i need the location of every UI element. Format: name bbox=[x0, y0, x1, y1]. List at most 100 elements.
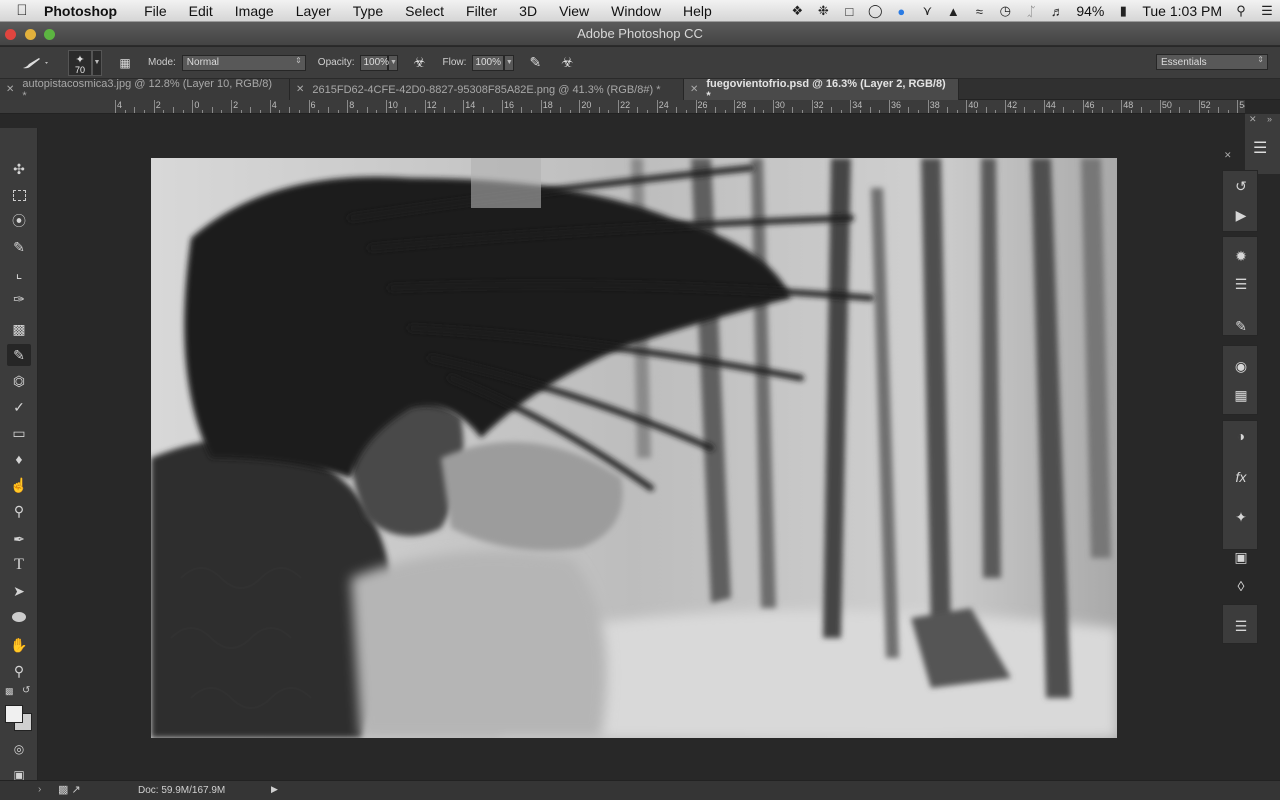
battery-icon[interactable]: ▮ bbox=[1110, 0, 1136, 22]
wireless-tower-icon[interactable]: ⋎ bbox=[914, 0, 940, 22]
layer-comps-panel-icon[interactable]: ☰ bbox=[1227, 614, 1255, 638]
menu-select[interactable]: Select bbox=[394, 3, 455, 19]
tab-fuegovientofrio[interactable]: ✕ fuegovientofrio.psd @ 16.3% (Layer 2, … bbox=[684, 78, 959, 102]
type-tool-icon[interactable]: T bbox=[7, 554, 31, 576]
collapse-panel-icon[interactable]: » bbox=[1267, 114, 1272, 124]
foreground-color-swatch[interactable] bbox=[5, 705, 23, 723]
adjustments-panel-icon[interactable]: ◑ bbox=[1227, 424, 1255, 448]
tab-autopistacosmica3[interactable]: ✕ autopistacosmica3.jpg @ 12.8% (Layer 1… bbox=[0, 78, 290, 102]
pressure-size-icon[interactable]: ☣ bbox=[554, 52, 580, 74]
brush-size-picker[interactable]: ✦ 70 bbox=[68, 49, 92, 76]
clock[interactable]: Tue 1:03 PM bbox=[1136, 3, 1228, 19]
properties-panel-icon[interactable]: ▣ bbox=[1227, 545, 1255, 569]
app-menu[interactable]: Photoshop bbox=[44, 3, 125, 19]
zoom-tool-icon[interactable]: ⚲ bbox=[7, 660, 31, 682]
spot-healing-tool-icon[interactable]: ▩ bbox=[7, 318, 31, 340]
opacity-slider-arrow[interactable]: ▼ bbox=[388, 54, 399, 71]
menu-3d[interactable]: 3D bbox=[508, 3, 548, 19]
brush-icon bbox=[23, 57, 48, 68]
horizontal-ruler[interactable]: 4 2 0 2 4 6 8 10 12 14 16 18 20 22 24 26 28 30 32 34 36 38 40 4… bbox=[0, 100, 1245, 114]
close-tab-icon[interactable]: ✕ bbox=[6, 84, 14, 95]
opacity-input[interactable]: 100% bbox=[360, 54, 389, 71]
menu-image[interactable]: Image bbox=[224, 3, 285, 19]
dropbox-icon[interactable]: ❖ bbox=[784, 0, 810, 22]
airplay-icon[interactable]: □ bbox=[836, 0, 862, 22]
marquee-tool-icon[interactable] bbox=[7, 184, 31, 206]
close-window-button[interactable] bbox=[5, 29, 16, 40]
brush-tip-icon: ✦ bbox=[75, 53, 85, 66]
pressure-opacity-icon[interactable]: ☣ bbox=[406, 52, 432, 74]
color-panel-icon[interactable]: ◉ bbox=[1227, 354, 1255, 378]
apple-menu-icon[interactable]:  bbox=[0, 2, 44, 19]
status-icons[interactable]: ▩ ↗ bbox=[58, 783, 81, 796]
menu-view[interactable]: View bbox=[548, 3, 600, 19]
paths-panel-icon[interactable]: ✦ bbox=[1227, 505, 1255, 529]
styles-panel-icon[interactable]: fx bbox=[1227, 465, 1255, 489]
default-colors-icon[interactable]: ▩ bbox=[5, 686, 14, 697]
bluetooth-icon[interactable]: ᛢ bbox=[1018, 0, 1044, 22]
status-menu-arrow-icon[interactable]: ▶ bbox=[271, 784, 278, 795]
flow-label: Flow: bbox=[442, 57, 467, 68]
menu-filter[interactable]: Filter bbox=[455, 3, 508, 19]
clone-stamp-tool-icon[interactable]: ⏣ bbox=[7, 370, 31, 392]
tab-2615fd62-png[interactable]: ✕ 2615FD62-4CFE-42D0-8827-95308F85A82E.p… bbox=[290, 79, 684, 100]
pen-tool-icon[interactable]: ✒ bbox=[7, 528, 31, 550]
spotlight-search-icon[interactable]: ⚲ bbox=[1228, 0, 1254, 22]
close-tab-icon[interactable]: ✕ bbox=[690, 84, 698, 95]
brush-presets-icon[interactable]: ☰ bbox=[1227, 272, 1255, 296]
close-panel-group-icon[interactable]: ✕ bbox=[1224, 150, 1232, 161]
wifi-icon[interactable]: ≈ bbox=[966, 0, 992, 22]
notification-center-icon[interactable]: ☰ bbox=[1254, 0, 1280, 22]
artwork-painting[interactable] bbox=[151, 158, 1117, 738]
zoom-level-area[interactable]: › bbox=[38, 784, 41, 795]
tool-presets-icon[interactable]: ✎ bbox=[1227, 314, 1255, 338]
move-tool-icon[interactable]: ✣ bbox=[7, 158, 31, 180]
hand-tool-icon[interactable]: ✋ bbox=[7, 634, 31, 656]
volume-icon[interactable]: ♬ bbox=[1044, 0, 1070, 22]
flow-input[interactable]: 100% bbox=[472, 54, 505, 71]
mode-select[interactable]: Normal ⇕ bbox=[181, 54, 306, 71]
eyedropper-tool-icon[interactable]: ✑ bbox=[7, 288, 31, 310]
brush-panel-icon[interactable]: ✹ bbox=[1227, 244, 1255, 268]
shazam-icon[interactable]: ● bbox=[888, 0, 914, 22]
workspace-select[interactable]: Essentials ⇕ bbox=[1156, 54, 1268, 70]
menu-window[interactable]: Window bbox=[600, 3, 672, 19]
brush-panel-toggle-icon[interactable]: ▦ bbox=[112, 52, 138, 74]
menu-layer[interactable]: Layer bbox=[285, 3, 342, 19]
brush-tool-icon[interactable]: ✎ bbox=[7, 344, 31, 366]
close-tab-icon[interactable]: ✕ bbox=[296, 84, 304, 95]
adobe-icon[interactable]: ▲ bbox=[940, 0, 966, 22]
airbrush-icon[interactable]: ✎ bbox=[522, 52, 548, 74]
minimize-window-button[interactable] bbox=[25, 29, 36, 40]
history-panel-icon[interactable]: ↺ bbox=[1227, 174, 1255, 198]
time-machine-icon[interactable]: ◷ bbox=[992, 0, 1018, 22]
quick-mask-icon[interactable]: ◎ bbox=[7, 738, 31, 760]
actions-panel-icon[interactable]: ▶ bbox=[1227, 203, 1255, 227]
channels-panel-icon[interactable]: ◊ bbox=[1227, 574, 1255, 598]
layers-panel-icon[interactable]: ☰ bbox=[1253, 138, 1267, 158]
battery-percent[interactable]: 94% bbox=[1070, 3, 1110, 19]
smudge-tool-icon[interactable]: ☝ bbox=[7, 474, 31, 496]
evernote-icon[interactable]: ❉ bbox=[810, 0, 836, 22]
menu-edit[interactable]: Edit bbox=[178, 3, 224, 19]
menu-help[interactable]: Help bbox=[672, 3, 723, 19]
menu-type[interactable]: Type bbox=[342, 3, 394, 19]
ellipse-tool-icon[interactable] bbox=[7, 606, 31, 628]
paint-bucket-tool-icon[interactable]: ♦ bbox=[7, 448, 31, 470]
history-brush-tool-icon[interactable]: ✓ bbox=[7, 396, 31, 418]
close-panel-icon[interactable]: ✕ bbox=[1249, 114, 1257, 125]
swap-colors-icon[interactable]: ↺ bbox=[22, 685, 30, 696]
menu-file[interactable]: File bbox=[133, 3, 178, 19]
dodge-tool-icon[interactable]: ⚲ bbox=[7, 500, 31, 522]
zoom-window-button[interactable] bbox=[44, 29, 55, 40]
flow-slider-arrow[interactable]: ▼ bbox=[504, 54, 515, 71]
quick-selection-tool-icon[interactable]: ✎ bbox=[7, 236, 31, 258]
path-selection-tool-icon[interactable]: ➤ bbox=[7, 580, 31, 602]
headphones-icon[interactable]: ◯ bbox=[862, 0, 888, 22]
swatches-panel-icon[interactable]: ▦ bbox=[1227, 383, 1255, 407]
lasso-tool-icon[interactable]: ⦿ bbox=[7, 210, 31, 232]
eraser-tool-icon[interactable]: ▭ bbox=[7, 422, 31, 444]
tool-preset-picker[interactable] bbox=[10, 52, 58, 74]
brush-picker-arrow[interactable]: ▼ bbox=[92, 49, 102, 76]
crop-tool-icon[interactable]: ⌞ bbox=[7, 262, 31, 284]
